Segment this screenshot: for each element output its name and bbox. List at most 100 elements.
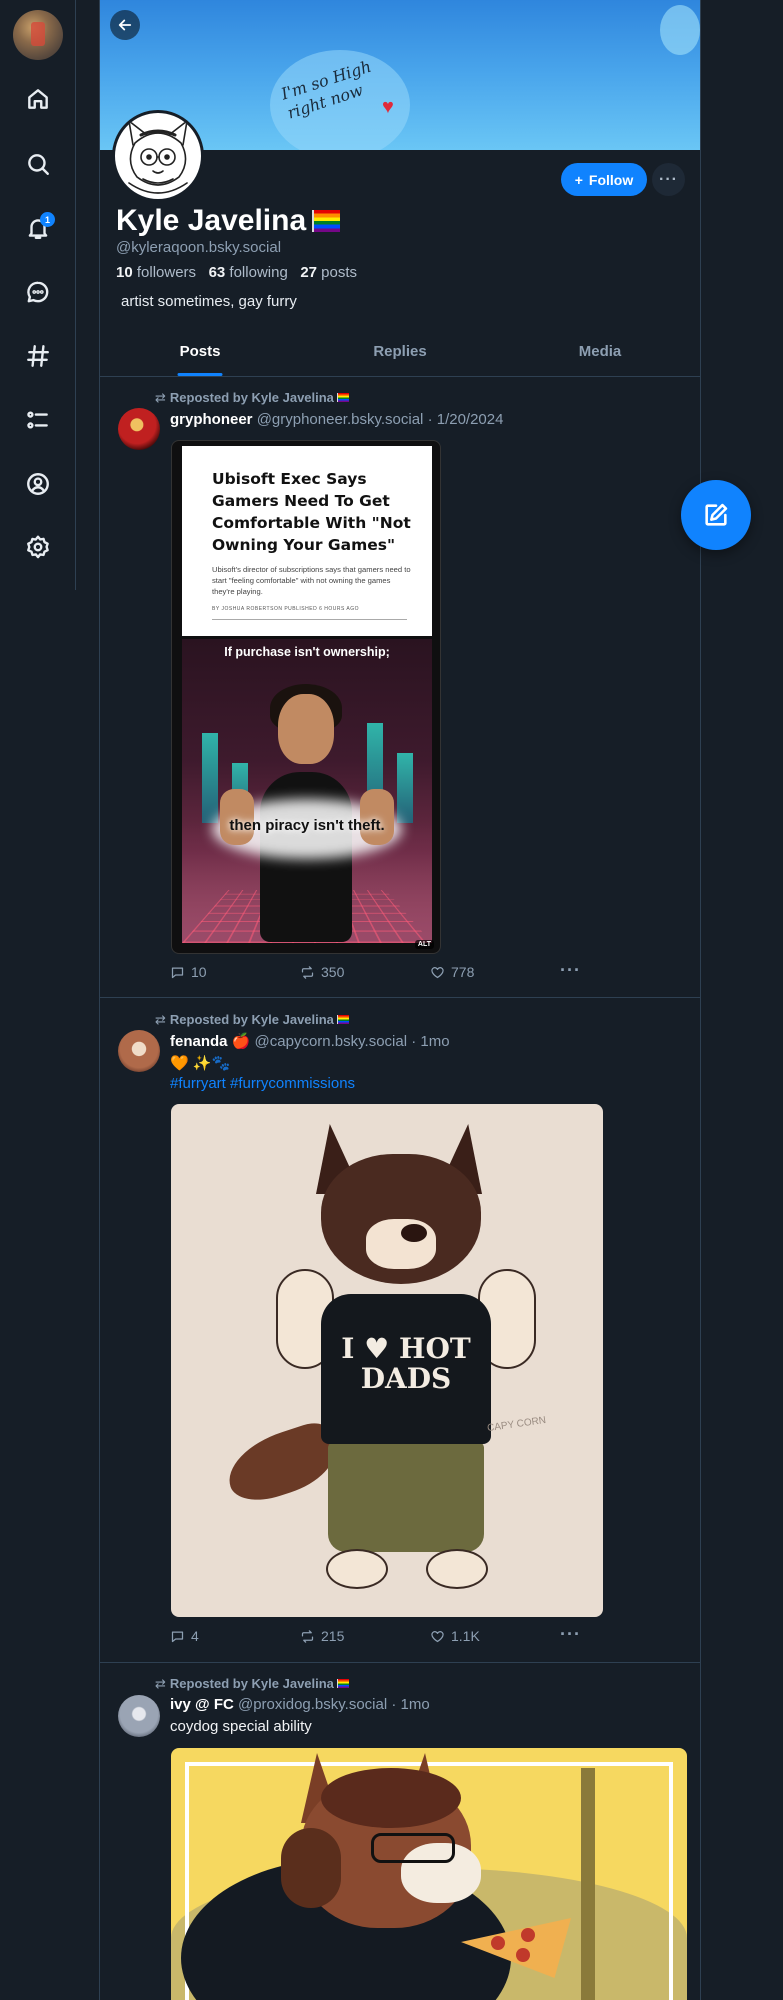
pride-flag-icon <box>336 1679 349 1688</box>
repost-icon: ⇄ <box>155 1012 166 1027</box>
post-actions: 4 215 1.1K ··· <box>170 1624 590 1648</box>
repost-icon <box>301 965 314 979</box>
article-byline: BY JOSHUA ROBERTSON PUBLISHED 6 HOURS AG… <box>212 606 360 612</box>
furry-art-character: I ♥ HOT DADS <box>219 1124 536 1594</box>
nav-lists[interactable] <box>18 400 58 440</box>
current-user-avatar[interactable] <box>13 10 63 60</box>
notification-badge: 1 <box>40 212 55 227</box>
author-handle[interactable]: @gryphoneer.bsky.social <box>257 411 424 428</box>
author-handle[interactable]: @proxidog.bsky.social <box>238 1696 387 1713</box>
character-glasses <box>371 1833 455 1863</box>
character-pants <box>328 1442 484 1552</box>
post-actions: 10 350 778 ··· <box>170 960 590 984</box>
ellipsis-icon: ··· <box>560 1624 581 1644</box>
post-author-avatar[interactable] <box>118 1030 160 1072</box>
compose-post-button[interactable] <box>681 480 751 550</box>
like-count: 778 <box>451 964 475 980</box>
repost-icon <box>301 1629 314 1643</box>
raccoon-sketch-avatar <box>127 119 189 194</box>
pepperoni <box>516 1948 530 1962</box>
repost-icon: ⇄ <box>155 390 166 405</box>
post-time[interactable]: · 1mo <box>411 1033 449 1050</box>
gear-icon <box>27 535 49 559</box>
post-image[interactable] <box>171 1748 687 2000</box>
tab-posts[interactable]: Posts <box>100 327 300 376</box>
post-time[interactable]: · 1mo <box>391 1696 429 1713</box>
character-nose <box>401 1224 427 1242</box>
post-hashtags[interactable]: #furryart #furrycommissions <box>170 1075 355 1092</box>
post-more-button[interactable]: ··· <box>560 1624 581 1645</box>
post-text: 🧡 ✨🐾 <box>170 1055 231 1072</box>
profile-tabs: Posts Replies Media <box>100 327 700 377</box>
post-image[interactable]: I ♥ HOT DADS CAPY CORN <box>171 1104 603 1617</box>
post-more-button[interactable]: ··· <box>560 960 581 981</box>
alt-text-badge[interactable]: ALT <box>414 940 434 949</box>
author-name[interactable]: gryphoneer <box>170 411 253 428</box>
profile-more-button[interactable]: ··· <box>652 163 685 196</box>
post-time[interactable]: · 1/20/2024 <box>428 411 504 428</box>
list-icon <box>27 411 48 429</box>
follow-label: Follow <box>588 171 634 188</box>
heart-icon: ♥ <box>382 96 394 118</box>
nav-notifications[interactable]: 1 <box>18 208 58 248</box>
post-meta: gryphoneer @gryphoneer.bsky.social · 1/2… <box>170 411 503 428</box>
author-handle[interactable]: @capycorn.bsky.social <box>255 1033 408 1050</box>
like-count: 1.1K <box>451 1628 480 1644</box>
follow-button[interactable]: + Follow <box>561 163 647 196</box>
nav-settings[interactable] <box>18 527 58 567</box>
profile-handle: @kyleraqoon.bsky.social <box>116 239 282 256</box>
post-text: coydog special ability <box>170 1718 312 1735</box>
like-button[interactable]: 1.1K <box>430 1628 480 1644</box>
tab-media[interactable]: Media <box>500 327 700 376</box>
tab-replies[interactable]: Replies <box>300 327 500 376</box>
reply-count: 4 <box>191 1628 199 1644</box>
repost-button[interactable]: 350 <box>300 964 344 980</box>
arrow-left-icon <box>118 19 132 31</box>
reply-button[interactable]: 4 <box>170 1628 199 1644</box>
hashtag-icon <box>27 345 49 367</box>
post-image[interactable]: Ubisoft Exec Says Gamers Need To Get Com… <box>171 440 441 954</box>
post-meta: ivy @ FC @proxidog.bsky.social · 1mo <box>170 1696 430 1713</box>
pride-flag-icon <box>312 210 341 232</box>
followers-link[interactable]: 10 followers <box>116 264 196 281</box>
pride-flag-icon <box>336 1015 349 1024</box>
profile-stats: 10 followers 63 following 27 posts <box>116 264 357 281</box>
display-name: Kyle Javelina <box>116 204 341 238</box>
nav-search[interactable] <box>18 144 58 184</box>
pepperoni <box>491 1936 505 1950</box>
back-button[interactable] <box>110 10 140 40</box>
nav-profile[interactable] <box>18 464 58 504</box>
repost-count: 350 <box>321 964 345 980</box>
like-button[interactable]: 778 <box>430 964 474 980</box>
post-author-avatar[interactable] <box>118 1695 160 1737</box>
repost-icon: ⇄ <box>155 1676 166 1691</box>
nav-home[interactable] <box>18 79 58 119</box>
following-link[interactable]: 63 following <box>209 264 288 281</box>
nav-chat[interactable] <box>18 272 58 312</box>
poster-caption-bottom: then piracy isn't theft. <box>229 817 385 834</box>
plus-icon: + <box>574 171 583 188</box>
profile-icon <box>27 473 49 495</box>
pride-flag-icon <box>336 393 349 402</box>
character-hand <box>281 1828 341 1908</box>
ellipsis-icon: ··· <box>659 170 678 188</box>
post-author-avatar[interactable] <box>118 408 160 450</box>
profile-avatar[interactable] <box>112 110 204 202</box>
author-name[interactable]: fenanda 🍎 <box>170 1033 250 1050</box>
heart-icon <box>431 966 444 978</box>
repost-indicator: ⇄ Reposted by Kyle Javelina <box>155 1676 349 1692</box>
article-headline: Ubisoft Exec Says Gamers Need To Get Com… <box>212 470 411 554</box>
compose-icon <box>705 503 728 526</box>
author-name[interactable]: ivy @ FC <box>170 1696 234 1713</box>
profile-bio: artist sometimes, gay furry <box>121 293 297 310</box>
reply-icon <box>171 1631 184 1642</box>
repost-button[interactable]: 215 <box>300 1628 344 1644</box>
reply-button[interactable]: 10 <box>170 964 207 980</box>
article-screenshot: Ubisoft Exec Says Gamers Need To Get Com… <box>182 446 432 636</box>
poster-caption-top: If purchase isn't ownership; <box>224 645 390 659</box>
home-icon <box>28 89 48 109</box>
article-subtitle: Ubisoft's director of subscriptions says… <box>212 565 411 596</box>
nav-feeds[interactable] <box>18 336 58 376</box>
figure-head <box>278 694 334 764</box>
left-nav-rail: 1 <box>0 0 76 590</box>
